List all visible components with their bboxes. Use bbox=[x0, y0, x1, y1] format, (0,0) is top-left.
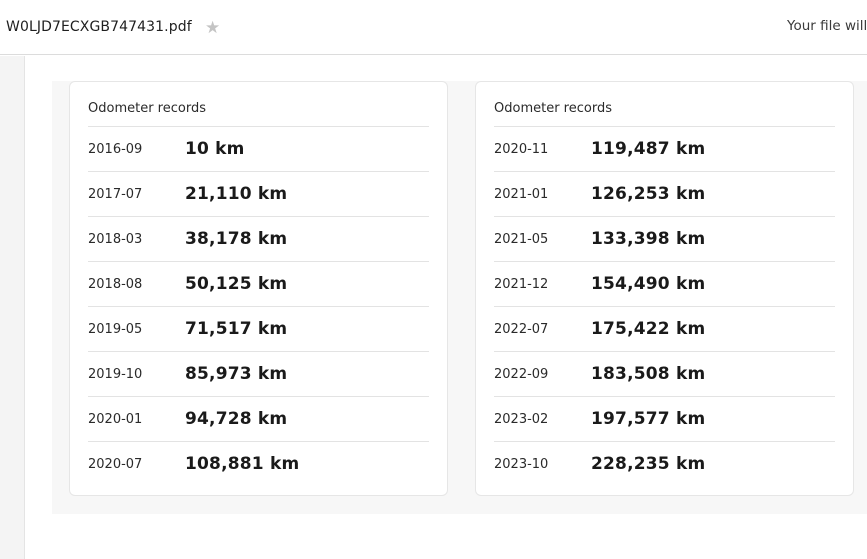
card-title: Odometer records bbox=[88, 101, 206, 116]
record-value: 21,110 km bbox=[185, 184, 288, 204]
record-value: 85,973 km bbox=[185, 364, 288, 384]
table-row: 2017-07 21,110 km bbox=[88, 171, 429, 216]
record-date: 2020-11 bbox=[494, 141, 549, 157]
table-row: 2016-09 10 km bbox=[88, 126, 429, 171]
record-value: 228,235 km bbox=[591, 454, 706, 474]
record-value: 71,517 km bbox=[185, 319, 288, 339]
odometer-list: 2016-09 10 km 2017-07 21,110 km 2018-03 38,… bbox=[88, 126, 429, 486]
table-row: 2018-08 50,125 km bbox=[88, 261, 429, 306]
file-notice: Your file will bbox=[787, 18, 867, 34]
file-name: W0LJD7ECXGB747431.pdf bbox=[6, 19, 192, 35]
table-row: 2018-03 38,178 km bbox=[88, 216, 429, 261]
table-row: 2020-01 94,728 km bbox=[88, 396, 429, 441]
record-date: 2021-05 bbox=[494, 231, 549, 247]
record-date: 2020-01 bbox=[88, 411, 143, 427]
odometer-card-left: Odometer records 2016-09 10 km 2017-07 21,… bbox=[69, 81, 448, 496]
left-rail bbox=[0, 56, 25, 559]
record-date: 2023-10 bbox=[494, 456, 549, 472]
record-date: 2023-02 bbox=[494, 411, 549, 427]
table-row: 2021-05 133,398 km bbox=[494, 216, 835, 261]
record-date: 2018-08 bbox=[88, 276, 143, 292]
record-value: 38,178 km bbox=[185, 229, 288, 249]
record-value: 154,490 km bbox=[591, 274, 706, 294]
record-date: 2017-07 bbox=[88, 186, 143, 202]
record-value: 133,398 km bbox=[591, 229, 706, 249]
table-row: 2019-10 85,973 km bbox=[88, 351, 429, 396]
table-row: 2022-07 175,422 km bbox=[494, 306, 835, 351]
record-date: 2019-10 bbox=[88, 366, 143, 382]
record-date: 2021-12 bbox=[494, 276, 549, 292]
odometer-card-right: Odometer records 2020-11 119,487 km 2021-… bbox=[475, 81, 854, 496]
record-date: 2021-01 bbox=[494, 186, 549, 202]
table-row: 2023-02 197,577 km bbox=[494, 396, 835, 441]
top-bar: W0LJD7ECXGB747431.pdf ★ Your file will bbox=[0, 0, 867, 55]
record-value: 197,577 km bbox=[591, 409, 706, 429]
odometer-list: 2020-11 119,487 km 2021-01 126,253 km 2021… bbox=[494, 126, 835, 486]
record-date: 2022-07 bbox=[494, 321, 549, 337]
table-row: 2023-10 228,235 km bbox=[494, 441, 835, 486]
table-row: 2019-05 71,517 km bbox=[88, 306, 429, 351]
record-value: 50,125 km bbox=[185, 274, 288, 294]
record-date: 2020-07 bbox=[88, 456, 143, 472]
record-date: 2018-03 bbox=[88, 231, 143, 247]
table-row: 2021-12 154,490 km bbox=[494, 261, 835, 306]
record-value: 94,728 km bbox=[185, 409, 288, 429]
record-date: 2016-09 bbox=[88, 141, 143, 157]
table-row: 2020-11 119,487 km bbox=[494, 126, 835, 171]
record-value: 183,508 km bbox=[591, 364, 706, 384]
star-icon[interactable]: ★ bbox=[205, 18, 220, 38]
record-value: 126,253 km bbox=[591, 184, 706, 204]
record-value: 119,487 km bbox=[591, 139, 706, 159]
table-row: 2022-09 183,508 km bbox=[494, 351, 835, 396]
record-value: 10 km bbox=[185, 139, 245, 159]
record-date: 2022-09 bbox=[494, 366, 549, 382]
record-date: 2019-05 bbox=[88, 321, 143, 337]
record-value: 175,422 km bbox=[591, 319, 706, 339]
table-row: 2020-07 108,881 km bbox=[88, 441, 429, 486]
table-row: 2021-01 126,253 km bbox=[494, 171, 835, 216]
record-value: 108,881 km bbox=[185, 454, 300, 474]
card-title: Odometer records bbox=[494, 101, 612, 116]
